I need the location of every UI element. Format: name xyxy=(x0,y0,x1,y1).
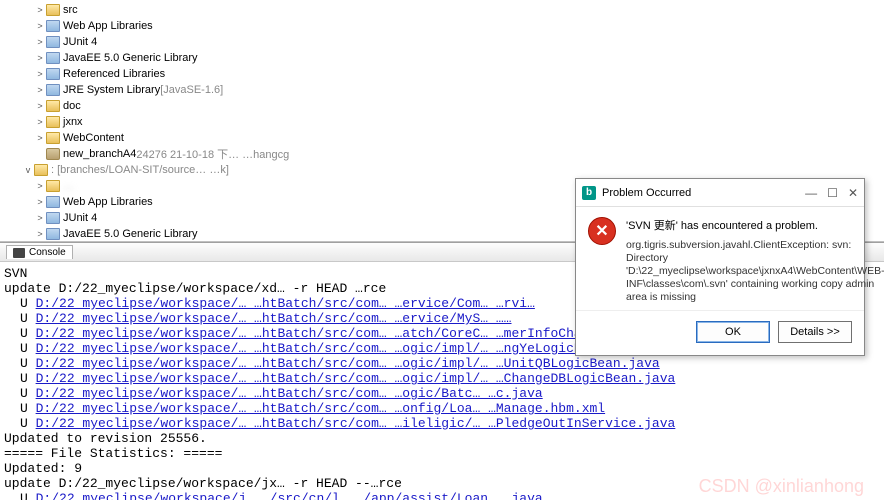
tree-item[interactable]: new_branchA4 24276 21-10-18 下… …hangcg xyxy=(4,146,880,162)
tree-item[interactable]: >JUnit 4 xyxy=(4,34,880,50)
console-link[interactable]: D:/22_myeclipse/workspace/… …htBatch/src… xyxy=(36,311,512,326)
dialog-titlebar[interactable]: b Problem Occurred — ☐ ✕ xyxy=(576,179,864,207)
tree-label: WebContent xyxy=(63,132,124,144)
tree-label: new_branchA4 xyxy=(63,148,136,160)
tree-item[interactable]: >Referenced Libraries xyxy=(4,66,880,82)
details-button[interactable]: Details >> xyxy=(778,321,852,343)
tree-label: JUnit 4 xyxy=(63,212,97,224)
jar-icon xyxy=(46,148,60,160)
tree-label: Web App Libraries xyxy=(63,20,153,32)
console-link[interactable]: D:/22_myeclipse/workspace/… …htBatch/src… xyxy=(36,356,660,371)
dialog-title: Problem Occurred xyxy=(602,187,691,199)
console-link[interactable]: D:/22_myeclipse/workspace/… …htBatch/src… xyxy=(36,401,606,416)
dialog-detail: org.tigris.subversion.javahl.ClientExcep… xyxy=(626,239,884,304)
console-link[interactable]: D:/22_myeclipse/workspace/… …htBatch/src… xyxy=(36,416,676,431)
error-icon: ✕ xyxy=(588,217,616,245)
console-line: Updated: 9 xyxy=(4,461,880,476)
console-line: update D:/22_myeclipse/workspace/jx… -r … xyxy=(4,476,880,491)
maximize-icon[interactable]: ☐ xyxy=(827,186,838,200)
tree-label: doc xyxy=(63,100,81,112)
console-link[interactable]: D:/22_myeclipse/workspace/… …htBatch/src… xyxy=(36,296,535,311)
tree-item[interactable]: >Web App Libraries xyxy=(4,18,880,34)
folder-icon xyxy=(46,132,60,144)
folder-icon xyxy=(34,164,48,176)
tree-item[interactable]: v: [branches/LOAN-SIT/source… …k] xyxy=(4,162,880,178)
ok-button[interactable]: OK xyxy=(696,321,770,343)
folder-icon xyxy=(46,116,60,128)
tree-label: … xyxy=(63,180,74,192)
console-link[interactable]: D:/22_myeclipse/workspace/… …htBatch/src… xyxy=(36,386,543,401)
tree-label: Referenced Libraries xyxy=(63,68,165,80)
tree-item[interactable]: >JRE System Library [JavaSE-1.6] xyxy=(4,82,880,98)
lib-icon xyxy=(46,84,60,96)
folder-icon xyxy=(46,180,60,192)
lib-icon xyxy=(46,36,60,48)
console-tab-label: Console xyxy=(29,247,66,258)
tree-label: JavaEE 5.0 Generic Library xyxy=(63,52,198,64)
console-link[interactable]: D:/22_myeclipse/workspace/j… …/src/cn/l…… xyxy=(36,491,543,500)
tree-item[interactable]: >doc xyxy=(4,98,880,114)
console-link[interactable]: D:/22_myeclipse/workspace/… …htBatch/src… xyxy=(36,341,645,356)
minimize-icon[interactable]: — xyxy=(805,186,817,200)
lib-icon xyxy=(46,52,60,64)
console-icon xyxy=(13,248,25,258)
tree-item[interactable]: >src xyxy=(4,2,880,18)
tree-item[interactable]: >WebContent xyxy=(4,130,880,146)
tree-label: jxnx xyxy=(63,116,83,128)
tree-label: src xyxy=(63,4,78,16)
tree-label: JavaEE 5.0 Generic Library xyxy=(63,228,198,240)
tree-item[interactable]: >JavaEE 5.0 Generic Library xyxy=(4,50,880,66)
lib-icon xyxy=(46,20,60,32)
dialog-headline: 'SVN 更新' has encountered a problem. xyxy=(626,217,884,233)
tree-label: JRE System Library xyxy=(63,84,160,96)
console-link[interactable]: D:/22_myeclipse/workspace/… …htBatch/src… xyxy=(36,371,676,386)
problem-dialog: b Problem Occurred — ☐ ✕ ✕ 'SVN 更新' has … xyxy=(575,178,865,356)
tree-label: JUnit 4 xyxy=(63,36,97,48)
tree-item[interactable]: >jxnx xyxy=(4,114,880,130)
folder-icon xyxy=(46,4,60,16)
lib-icon xyxy=(46,228,60,240)
console-line: ===== File Statistics: ===== xyxy=(4,446,880,461)
close-icon[interactable]: ✕ xyxy=(848,186,858,200)
lib-icon xyxy=(46,212,60,224)
console-link[interactable]: D:/22_myeclipse/workspace/… …htBatch/src… xyxy=(36,326,652,341)
console-tab[interactable]: Console xyxy=(6,245,73,259)
app-icon: b xyxy=(582,186,596,200)
tree-label: Web App Libraries xyxy=(63,196,153,208)
folder-icon xyxy=(46,100,60,112)
lib-icon xyxy=(46,68,60,80)
lib-icon xyxy=(46,196,60,208)
console-line: Updated to revision 25556. xyxy=(4,431,880,446)
